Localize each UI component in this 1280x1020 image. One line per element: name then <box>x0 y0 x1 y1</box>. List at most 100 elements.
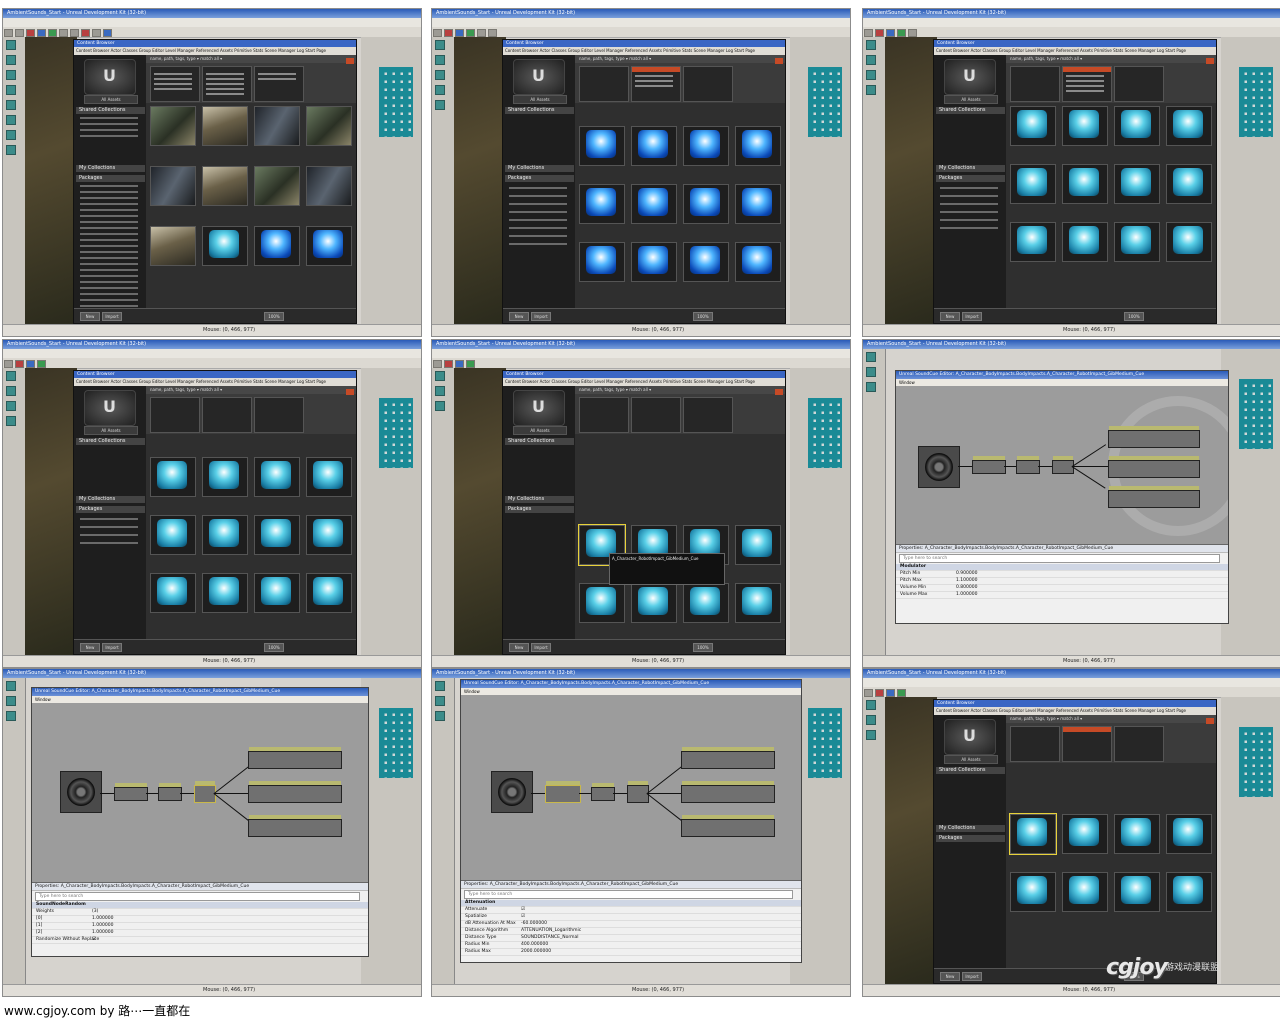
property-row[interactable]: Distance Algorithm ATTENUATION_Logarithmi… <box>461 928 801 935</box>
import-button[interactable]: Import <box>531 312 551 321</box>
package-tree-item[interactable] <box>80 534 138 536</box>
my-collections-header[interactable]: My Collections <box>936 165 1005 172</box>
sound-cue-thumbnail[interactable] <box>579 184 625 224</box>
viewport[interactable] <box>25 37 77 324</box>
new-button[interactable]: New <box>940 972 960 981</box>
sound-cue-thumbnail[interactable] <box>150 515 196 555</box>
sound-cue-thumbnail[interactable] <box>735 242 781 282</box>
close-icon[interactable] <box>1206 58 1214 64</box>
property-value[interactable]: ☑ <box>521 907 525 913</box>
sound-cue-thumbnail[interactable] <box>1166 222 1212 262</box>
search-filter-bar[interactable]: name, path, tags, type ▾ match all ▾ <box>1006 715 1216 723</box>
status-filter[interactable] <box>1010 726 1060 762</box>
package-tree-item[interactable] <box>80 305 138 307</box>
sound-cue-thumbnail[interactable] <box>1114 814 1160 854</box>
sound-cue-thumbnail[interactable] <box>631 184 677 224</box>
shared-collections-header[interactable]: Shared Collections <box>76 107 145 114</box>
tags-filter[interactable] <box>683 397 733 433</box>
sound-cue-thumbnail[interactable] <box>254 226 300 266</box>
package-tree-item[interactable] <box>80 299 138 301</box>
sound-cue-thumbnail[interactable] <box>202 226 248 266</box>
property-value[interactable]: 400.000000 <box>521 942 548 948</box>
property-value[interactable]: 1.000000 <box>92 923 113 929</box>
sound-cue-thumbnail[interactable] <box>683 242 729 282</box>
asset-thumbnail[interactable] <box>202 106 248 146</box>
property-value[interactable]: 0.900000 <box>956 571 977 577</box>
mode-icon[interactable] <box>866 70 876 80</box>
my-collections-header[interactable]: My Collections <box>505 496 574 503</box>
package-tree-item[interactable] <box>940 227 998 229</box>
property-row[interactable]: Pitch Max 1.100000 <box>896 578 1228 585</box>
mode-icon[interactable] <box>6 70 16 80</box>
sound-cue-thumbnail[interactable] <box>202 573 248 613</box>
mode-icon[interactable] <box>6 386 16 396</box>
asset-thumbnail[interactable] <box>306 166 352 206</box>
mode-icon[interactable] <box>6 145 16 155</box>
packages-header[interactable]: Packages <box>76 506 145 513</box>
tags-filter[interactable] <box>1114 726 1164 762</box>
sound-cue-thumbnail[interactable] <box>1010 872 1056 912</box>
viewport[interactable] <box>454 368 506 655</box>
toolbar-icon[interactable] <box>477 29 486 37</box>
sound-cue-thumbnail[interactable] <box>683 126 729 166</box>
speaker-output-icon[interactable] <box>918 446 960 488</box>
viewport[interactable] <box>25 368 77 655</box>
property-category[interactable]: Modulator <box>896 564 1228 571</box>
object-type-filter[interactable] <box>202 397 252 433</box>
sound-cue-thumbnail[interactable] <box>735 126 781 166</box>
property-search-input[interactable]: Type here to search <box>899 554 1220 563</box>
property-row[interactable]: Randomize Without Replace ☑ <box>32 937 368 944</box>
sound-cue-thumbnail[interactable] <box>1166 872 1212 912</box>
sound-cue-thumbnail[interactable] <box>1166 106 1212 146</box>
viewport[interactable] <box>885 37 937 324</box>
toolbar-icon[interactable] <box>433 29 442 37</box>
mode-icon[interactable] <box>6 416 16 426</box>
package-tree-item[interactable] <box>80 197 138 199</box>
my-collections-header[interactable]: My Collections <box>505 165 574 172</box>
wave-player-node[interactable] <box>681 747 775 769</box>
speaker-output-icon[interactable] <box>491 771 533 813</box>
package-tree-item[interactable] <box>80 526 138 528</box>
wave-player-node[interactable] <box>248 815 342 837</box>
toolbar-icon[interactable] <box>48 29 57 37</box>
status-filter[interactable] <box>579 397 629 433</box>
property-row[interactable]: Radius Max 2000.000000 <box>461 949 801 956</box>
mode-icon[interactable] <box>866 382 876 392</box>
packages-header[interactable]: Packages <box>505 506 574 513</box>
package-tree-item[interactable] <box>509 219 567 221</box>
sound-cue-thumbnail[interactable] <box>631 242 677 282</box>
sound-cue-thumbnail[interactable] <box>683 184 729 224</box>
sound-cue-thumbnail[interactable] <box>254 515 300 555</box>
asset-thumbnail[interactable] <box>306 106 352 146</box>
property-row[interactable]: Distance Type SOUNDDISTANCE_Normal <box>461 935 801 942</box>
attenuation-node-selected[interactable] <box>545 781 581 803</box>
mode-icon[interactable] <box>866 700 876 710</box>
object-type-filter[interactable] <box>631 397 681 433</box>
zoom-label[interactable]: 100% <box>693 643 713 652</box>
window-menu[interactable]: Window <box>32 696 368 703</box>
package-tree-item[interactable] <box>80 257 138 259</box>
package-tree-item[interactable] <box>940 187 998 189</box>
object-type-filter[interactable] <box>1062 726 1112 762</box>
property-search-input[interactable]: Type here to search <box>35 892 360 901</box>
package-tree-item[interactable] <box>509 227 567 229</box>
zoom-label[interactable]: 100% <box>693 312 713 321</box>
sound-cue-thumbnail[interactable] <box>1166 164 1212 204</box>
import-button[interactable]: Import <box>962 972 982 981</box>
asset-thumbnail[interactable] <box>254 166 300 206</box>
search-filter-bar[interactable]: name, path, tags, type ▾ match all ▾ <box>575 55 785 63</box>
property-row[interactable]: [2] 1.000000 <box>32 930 368 937</box>
toolbar-icon[interactable] <box>26 29 35 37</box>
mode-icon[interactable] <box>435 85 445 95</box>
property-row[interactable]: Volume Min 0.800000 <box>896 585 1228 592</box>
package-tree-item[interactable] <box>509 235 567 237</box>
toolbar-icon[interactable] <box>15 29 24 37</box>
sound-cue-thumbnail[interactable] <box>1114 164 1160 204</box>
window-menu[interactable]: Window <box>461 688 801 695</box>
package-tree-item[interactable] <box>80 215 138 217</box>
asset-thumbnail[interactable] <box>150 226 196 266</box>
package-tree-item[interactable] <box>80 227 138 229</box>
viewport[interactable] <box>885 697 937 984</box>
package-tree-item[interactable] <box>80 287 138 289</box>
content-browser-tabs[interactable]: Content Browser Actor Classes Group Edit… <box>74 378 356 386</box>
